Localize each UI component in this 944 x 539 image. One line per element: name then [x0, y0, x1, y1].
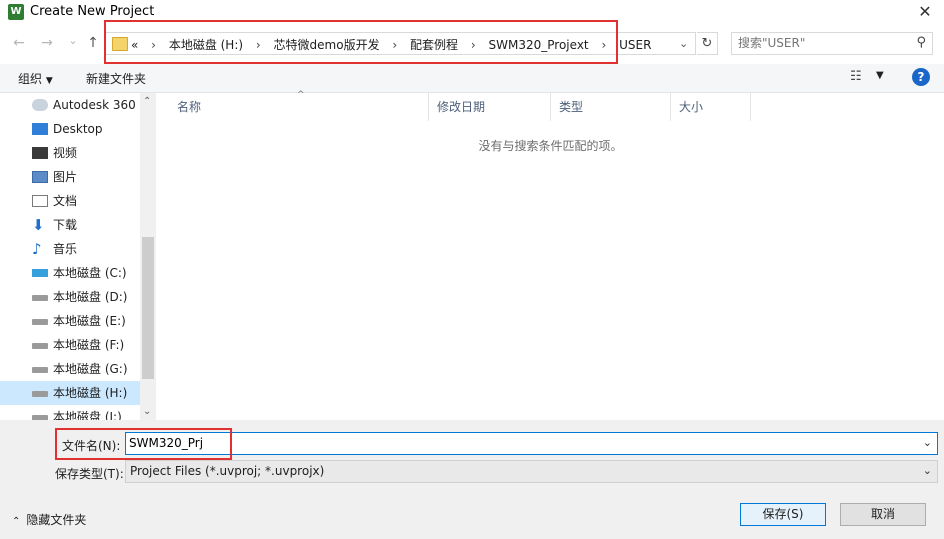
- empty-results-message: 没有与搜索条件匹配的项。: [478, 139, 623, 153]
- sidebar-item-music[interactable]: ♪ 音乐: [0, 237, 140, 261]
- sidebar-item-label: 图片: [53, 170, 78, 184]
- drive-icon: [32, 367, 48, 373]
- sidebar-item-label: 下载: [53, 218, 78, 232]
- sort-ascending-icon: ^: [297, 90, 305, 100]
- picture-icon: [32, 171, 48, 183]
- recent-locations-button[interactable]: ⌄: [64, 32, 82, 50]
- cancel-button[interactable]: 取消: [840, 503, 926, 526]
- file-list: 名称 ^ 修改日期 类型 大小 没有与搜索条件匹配的项。: [157, 90, 944, 420]
- close-button[interactable]: ✕: [914, 1, 936, 23]
- sidebar-item-label: 本地磁盘 (H:): [53, 386, 128, 400]
- drive-icon: [32, 391, 48, 397]
- sidebar-item-label: 本地磁盘 (D:): [53, 290, 128, 304]
- sidebar-item-drive-h[interactable]: 本地磁盘 (H:): [0, 381, 140, 405]
- chevron-down-icon[interactable]: ⌄: [679, 37, 688, 50]
- column-header-label: 名称: [177, 100, 202, 114]
- column-header-modified[interactable]: 修改日期: [429, 93, 551, 121]
- music-icon: ♪: [32, 240, 42, 258]
- filename-input[interactable]: [129, 436, 909, 450]
- sidebar-item-autodesk360[interactable]: Autodesk 360: [0, 93, 140, 117]
- forward-button[interactable]: →: [38, 34, 56, 52]
- command-bar: 组织 ▼ 新建文件夹 ☷ ▼ ?: [0, 64, 944, 93]
- sidebar-item-label: 文档: [53, 194, 78, 208]
- scroll-down-icon[interactable]: ⌄: [143, 406, 151, 417]
- sidebar-item-pictures[interactable]: 图片: [0, 165, 140, 189]
- column-header-size[interactable]: 大小: [671, 93, 751, 121]
- window-title: Create New Project: [30, 4, 155, 19]
- back-button[interactable]: ←: [10, 34, 28, 52]
- sidebar-item-drive-e[interactable]: 本地磁盘 (E:): [0, 309, 140, 333]
- organize-label: 组织: [18, 72, 43, 86]
- filetype-select[interactable]: Project Files (*.uvproj; *.uvprojx) ⌄: [125, 460, 938, 483]
- drive-icon: [32, 319, 48, 325]
- sidebar-item-drive-f[interactable]: 本地磁盘 (F:): [0, 333, 140, 357]
- address-highlight-box: [104, 20, 618, 64]
- search-input[interactable]: [738, 36, 908, 50]
- refresh-button[interactable]: ↻: [697, 32, 718, 55]
- save-options-panel: 文件名(N): ⌄ 保存类型(T): Project Files (*.uvpr…: [0, 420, 944, 539]
- drive-icon: [32, 295, 48, 301]
- search-icon[interactable]: ⚲: [916, 35, 926, 50]
- sidebar-item-downloads[interactable]: ⬇ 下载: [0, 213, 140, 237]
- caret-down-icon: ▼: [45, 76, 53, 86]
- video-icon: [32, 147, 48, 159]
- document-icon: [32, 195, 48, 207]
- hide-folders-toggle[interactable]: ⌃ 隐藏文件夹: [12, 511, 86, 528]
- column-header-label: 大小: [679, 100, 704, 114]
- drive-icon: [32, 269, 48, 277]
- filetype-value: Project Files (*.uvproj; *.uvprojx): [130, 464, 325, 478]
- caret-down-icon[interactable]: ▼: [876, 70, 884, 81]
- app-icon: W: [8, 4, 24, 20]
- column-header-label: 修改日期: [437, 100, 486, 114]
- sidebar-item-label: 本地磁盘 (I:): [53, 410, 122, 420]
- cloud-icon: [32, 99, 48, 111]
- sidebar-item-label: 音乐: [53, 242, 78, 256]
- sidebar-item-label: 本地磁盘 (C:): [53, 266, 127, 280]
- sidebar-scrollbar-thumb[interactable]: [142, 237, 154, 379]
- filename-highlight-box: [55, 428, 232, 460]
- filename-combobox[interactable]: ⌄: [125, 432, 938, 455]
- column-header-type[interactable]: 类型: [551, 93, 671, 121]
- breadcrumb-item-user[interactable]: USER: [619, 38, 651, 52]
- save-button[interactable]: 保存(S): [740, 503, 826, 526]
- sidebar-item-label: Autodesk 360: [53, 98, 136, 112]
- view-options-icon[interactable]: ☷: [850, 69, 862, 84]
- chevron-down-icon[interactable]: ⌄: [923, 464, 932, 477]
- chevron-down-icon[interactable]: ⌄: [923, 436, 932, 449]
- navigation-pane: Autodesk 360 Desktop 视频 图片 文档 ⬇ 下载 ♪ 音乐 …: [0, 93, 156, 420]
- column-header-label: 类型: [559, 100, 584, 114]
- sidebar-item-drive-g[interactable]: 本地磁盘 (G:): [0, 357, 140, 381]
- chevron-up-icon: ⌃: [12, 516, 21, 527]
- desktop-icon: [32, 123, 48, 135]
- sidebar-item-videos[interactable]: 视频: [0, 141, 140, 165]
- sidebar-item-label: 本地磁盘 (G:): [53, 362, 128, 376]
- filetype-label: 保存类型(T):: [55, 467, 124, 481]
- new-folder-button[interactable]: 新建文件夹: [86, 70, 146, 87]
- sidebar-item-documents[interactable]: 文档: [0, 189, 140, 213]
- sidebar-item-drive-c[interactable]: 本地磁盘 (C:): [0, 261, 140, 285]
- sidebar-item-drive-d[interactable]: 本地磁盘 (D:): [0, 285, 140, 309]
- download-icon: ⬇: [32, 216, 45, 234]
- organize-menu[interactable]: 组织 ▼: [18, 70, 53, 87]
- up-button[interactable]: ↑: [84, 34, 102, 52]
- sidebar-item-label: Desktop: [53, 122, 103, 136]
- hide-folders-label: 隐藏文件夹: [26, 513, 87, 527]
- sidebar-item-desktop[interactable]: Desktop: [0, 117, 140, 141]
- scroll-up-icon[interactable]: ⌃: [143, 96, 151, 107]
- sidebar-item-drive-i[interactable]: 本地磁盘 (I:): [0, 405, 140, 420]
- search-box[interactable]: ⚲: [731, 32, 933, 55]
- sidebar-item-label: 本地磁盘 (F:): [53, 338, 125, 352]
- sidebar-item-label: 本地磁盘 (E:): [53, 314, 126, 328]
- sidebar-item-label: 视频: [53, 146, 78, 160]
- drive-icon: [32, 343, 48, 349]
- help-icon[interactable]: ?: [912, 68, 930, 86]
